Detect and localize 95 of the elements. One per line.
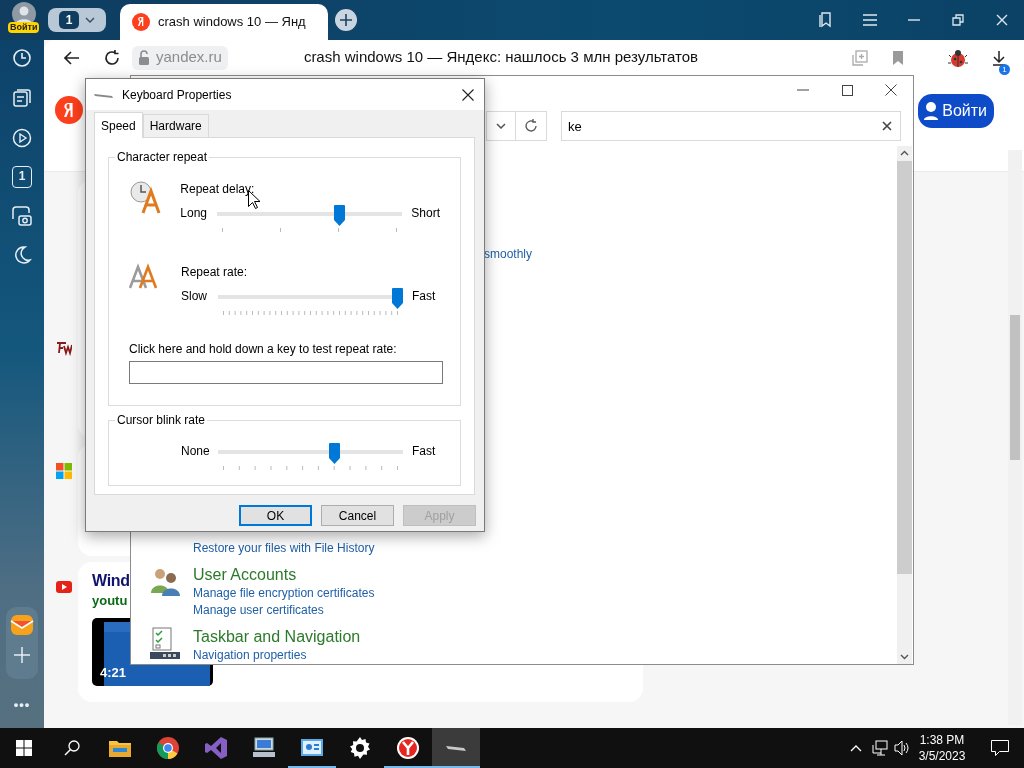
gear-icon <box>348 736 372 760</box>
scrollbar[interactable] <box>897 146 912 664</box>
tab[interactable]: Speed <box>94 112 143 138</box>
slider-max-label: Fast <box>412 443 436 459</box>
group-title: Character repeat <box>115 150 210 164</box>
search-field[interactable]: ke <box>561 111 901 141</box>
section-title[interactable]: Taskbar and Navigation <box>193 627 361 647</box>
fw-logo-icon <box>56 339 72 356</box>
search-icon <box>64 740 80 756</box>
tab-count-box[interactable]: 1 <box>12 166 32 188</box>
scrollbar-thumb[interactable] <box>1010 315 1020 460</box>
section-title[interactable]: User Accounts <box>193 565 375 585</box>
slider-label: Repeat delay: <box>180 181 255 198</box>
reload-icon <box>104 49 120 66</box>
slider-thumb[interactable] <box>333 205 345 226</box>
download-count-badge: 1 <box>999 63 1010 75</box>
person-icon <box>923 101 940 121</box>
close-icon <box>885 84 897 96</box>
link-text[interactable]: Navigation properties <box>193 647 307 664</box>
moon-icon[interactable] <box>12 245 32 265</box>
field-label: Click here and hold down a key to test repeat rate: <box>129 341 398 358</box>
link-text[interactable]: Restore your files with File History <box>193 540 375 557</box>
more-button[interactable]: ••• <box>13 694 31 714</box>
link-text[interactable]: Manage file encryption certificates <box>193 585 375 602</box>
screenshot-icon[interactable] <box>11 205 33 227</box>
lock-icon <box>138 49 152 66</box>
network-icon[interactable] <box>872 740 888 756</box>
computer-icon <box>252 736 276 760</box>
clock-date[interactable]: 3/5/2023 <box>918 748 966 764</box>
slider-max-label: Fast <box>412 288 436 304</box>
visual-studio-icon <box>204 736 228 760</box>
notification-icon <box>991 740 1009 756</box>
page-title: crash windows 10 — Яндекс: нашлось 3 млн результатов <box>303 47 698 68</box>
history-icon[interactable] <box>12 48 32 68</box>
microsoft-logo-icon <box>56 462 72 479</box>
slider-min-label: None <box>181 443 211 459</box>
slider-min-label: Slow <box>181 288 208 304</box>
chevron-down-icon <box>496 123 506 129</box>
checklist-icon <box>149 627 181 659</box>
domain-text: yandex.ru <box>156 47 222 68</box>
dialog-button[interactable]: Cancel <box>321 505 394 526</box>
keyboard-icon <box>446 745 466 751</box>
notes-icon[interactable] <box>12 88 32 108</box>
test-input-field[interactable] <box>129 361 443 384</box>
scrollbar-thumb[interactable] <box>897 161 912 574</box>
minimize-icon <box>797 89 809 91</box>
bookmark-icon[interactable] <box>892 49 904 66</box>
plus-icon <box>340 14 352 26</box>
login-button[interactable]: Войти <box>918 94 994 128</box>
slider-label: Repeat rate: <box>181 264 248 281</box>
tab-count: 1 <box>59 11 79 29</box>
link-text[interactable]: Manage user certificates <box>193 602 324 619</box>
chrome-icon <box>156 736 180 760</box>
login-badge[interactable]: Войти <box>8 22 40 33</box>
chevron-up-icon[interactable] <box>850 744 862 752</box>
mail-icon[interactable] <box>10 612 34 637</box>
tab-title: crash windows 10 — Янд <box>158 13 306 32</box>
ladybug-icon[interactable] <box>948 47 968 68</box>
tab-counter-button[interactable]: 1 <box>48 8 106 32</box>
yandex-logo-icon[interactable] <box>55 96 83 124</box>
restore-icon <box>952 14 964 26</box>
windows-icon <box>16 740 32 756</box>
result-source[interactable]: youtu <box>92 592 128 610</box>
maximize-icon <box>841 84 853 96</box>
new-tab-button[interactable] <box>335 9 357 31</box>
clock-time[interactable]: 1:38 PM <box>918 732 966 748</box>
yandex-icon <box>396 736 420 760</box>
menu-icon <box>863 14 877 26</box>
group-title: Cursor blink rate <box>115 413 208 427</box>
close-icon <box>996 14 1008 26</box>
play-icon[interactable] <box>12 128 32 148</box>
link-text[interactable]: smoothly <box>484 246 533 263</box>
window-title: Keyboard Properties <box>122 86 232 104</box>
result-title[interactable]: Wind <box>92 570 130 592</box>
minimize-icon <box>908 19 920 21</box>
refresh-icon <box>524 119 538 133</box>
dialog-button[interactable]: OK <box>239 505 312 526</box>
scrollbar[interactable] <box>1008 150 1022 725</box>
tab[interactable]: Hardware <box>142 114 209 137</box>
back-arrow-icon <box>64 50 80 65</box>
chevron-down-icon <box>85 17 95 23</box>
browser-tab[interactable]: crash windows 10 — Янд <box>120 4 328 40</box>
clear-icon[interactable] <box>882 121 892 131</box>
volume-icon[interactable] <box>894 740 910 756</box>
close-icon <box>462 88 474 101</box>
slider-thumb[interactable] <box>329 443 341 464</box>
bookmarks-icon <box>819 12 833 28</box>
youtube-icon <box>56 578 72 595</box>
yandex-favicon-icon <box>132 13 150 31</box>
slider-thumb[interactable] <box>392 288 403 309</box>
slider-max-label: Short <box>411 205 440 221</box>
plus-icon[interactable] <box>14 646 30 663</box>
clock-letter-icon <box>129 180 163 214</box>
download-icon[interactable] <box>992 50 1006 67</box>
slider-min-label: Long <box>180 205 208 221</box>
